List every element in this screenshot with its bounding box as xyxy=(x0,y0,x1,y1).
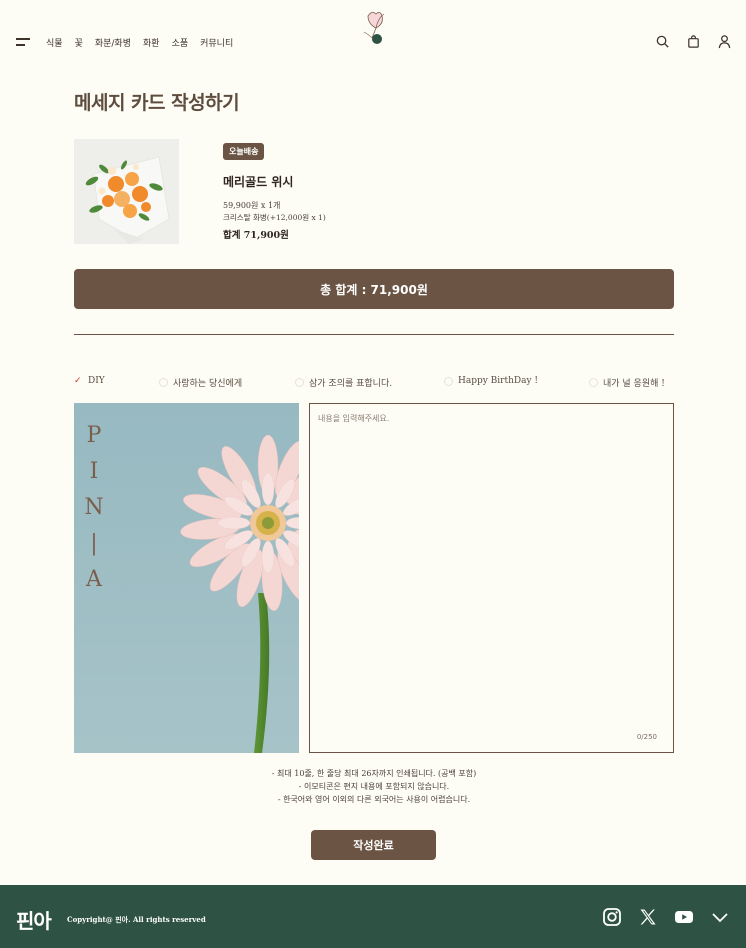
main-nav: 식물 꽃 화분/화병 화환 소품 커뮤니티 xyxy=(46,36,233,49)
product-image xyxy=(74,139,179,244)
x-twitter-icon[interactable] xyxy=(638,907,658,927)
product-name: 메리골드 위시 xyxy=(223,175,294,189)
product-subtotal: 합계 71,900원 xyxy=(223,230,289,241)
footer-logo[interactable]: 핀아 xyxy=(16,905,52,934)
shopping-bag-icon[interactable] xyxy=(686,34,701,49)
logo[interactable] xyxy=(358,8,392,48)
nav-item-accessories[interactable]: 소품 xyxy=(172,36,189,49)
product-option-line: 크리스탈 화병(+12,000원 x 1) xyxy=(223,213,326,222)
note-line: - 최대 10줄, 한 줄당 최대 26자까지 인쇄됩니다. (공백 포함) xyxy=(271,769,477,778)
nav-item-plants[interactable]: 식물 xyxy=(46,36,63,49)
total-summary-bar: 총 합계 : 71,900원 xyxy=(74,269,674,309)
message-option-birthday[interactable]: Happy BirthDay ! xyxy=(444,376,538,386)
note-line: - 이모티콘은 편지 내용에 포함되지 않습니다. xyxy=(298,782,450,791)
nav-item-flowers[interactable]: 꽃 xyxy=(75,36,83,49)
card-brand-letters: P I N | A xyxy=(84,423,104,592)
submit-button[interactable]: 작성완료 xyxy=(311,830,436,860)
page-title: 메세지 카드 작성하기 xyxy=(74,92,240,114)
nav-item-wreaths[interactable]: 화환 xyxy=(143,36,160,49)
character-counter: 0/250 xyxy=(636,733,657,741)
footer: 핀아 Copyright@ 핀아. All rights reserved xyxy=(0,885,746,948)
radio-circle-icon xyxy=(159,378,168,387)
menu-icon[interactable] xyxy=(16,38,32,48)
message-option-cheer[interactable]: 내가 널 응원해 ! xyxy=(589,376,665,389)
nav-item-community[interactable]: 커뮤니티 xyxy=(200,36,233,49)
radio-circle-icon xyxy=(589,378,598,387)
copyright-text: Copyright@ 핀아. All rights reserved xyxy=(67,915,206,924)
youtube-icon[interactable] xyxy=(674,907,694,927)
radio-circle-icon xyxy=(444,376,453,386)
search-icon[interactable] xyxy=(655,34,670,49)
divider xyxy=(74,334,674,335)
header-actions xyxy=(655,34,732,49)
message-options: ✓ DIY 사랑하는 당신에게 삼가 조의를 표합니다. Happy Birth… xyxy=(74,376,674,390)
note-line: - 한국어와 영어 이외의 다른 외국어는 사용이 어렵습니다. xyxy=(277,795,471,804)
chevron-down-icon[interactable] xyxy=(710,907,730,927)
submit-label: 작성완료 xyxy=(353,839,394,852)
message-card-preview xyxy=(74,403,299,753)
check-icon: ✓ xyxy=(74,375,82,386)
social-links xyxy=(602,907,730,927)
same-day-delivery-badge: 오늘배송 xyxy=(223,143,265,160)
message-option-condolence[interactable]: 삼가 조의를 표합니다. xyxy=(295,376,392,389)
nav-item-pots[interactable]: 화분/화병 xyxy=(95,36,131,49)
radio-circle-icon xyxy=(295,378,304,387)
message-option-diy[interactable]: ✓ DIY xyxy=(74,376,105,386)
message-option-love[interactable]: 사랑하는 당신에게 xyxy=(159,376,242,389)
header: 식물 꽃 화분/화병 화환 소품 커뮤니티 xyxy=(0,0,746,70)
message-textarea[interactable] xyxy=(310,404,673,752)
user-icon[interactable] xyxy=(717,34,732,49)
guideline-notes: - 최대 10줄, 한 줄당 최대 26자까지 인쇄됩니다. (공백 포함) -… xyxy=(74,767,674,806)
product-price-line: 59,900원 x 1개 xyxy=(223,201,281,210)
total-label: 총 합계 : 71,900원 xyxy=(320,282,428,297)
message-editor: 0/250 xyxy=(309,403,674,753)
instagram-icon[interactable] xyxy=(602,907,622,927)
